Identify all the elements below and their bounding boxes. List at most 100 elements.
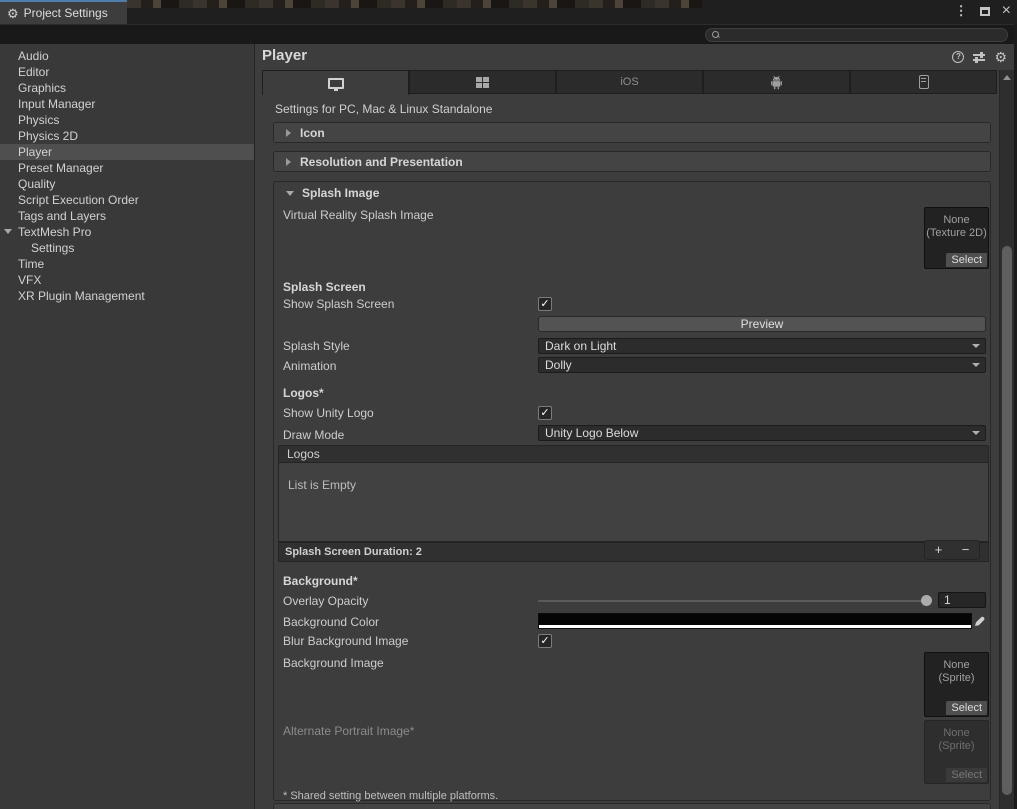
sidebar-item-script-execution-order[interactable]: Script Execution Order [0,192,254,208]
remove-logo-button[interactable]: − [962,541,970,559]
gear-icon: ⚙ [7,7,19,20]
background-color-swatch[interactable] [538,613,972,629]
tab-tvos[interactable] [850,70,997,94]
background-group-label: Background* [283,574,358,588]
sidebar-item-quality[interactable]: Quality [0,176,254,192]
windows-icon [476,77,489,88]
platform-tabstrip: iOS [256,70,1017,94]
sidebar-item-textmesh-pro[interactable]: TextMesh Pro [0,224,254,240]
sidebar-item-label: VFX [18,273,41,287]
sidebar-item-label: Physics [18,113,59,127]
object-none-line1: None [925,727,988,740]
sidebar-item-label: Player [18,145,52,159]
presets-icon[interactable] [973,52,985,62]
logos-list-footer: Splash Screen Duration: 2 + − [278,542,989,562]
dropdown-value: Dark on Light [545,339,616,353]
color-rgb-area [539,614,971,625]
slider-thumb[interactable] [921,595,932,606]
section-resolution[interactable]: Resolution and Presentation [273,151,991,172]
vr-splash-object-field[interactable]: None (Texture 2D) Select [924,207,989,269]
sidebar-item-label: TextMesh Pro [18,225,91,239]
ios-label: iOS [620,76,638,88]
logos-list-empty-text: List is Empty [288,478,356,492]
object-none-line2: (Texture 2D) [925,227,988,240]
titlebar: ⚙ Project Settings ⋮ × [0,0,1017,24]
help-icon[interactable]: ? [952,51,964,63]
show-splash-checkbox[interactable]: ✓ [538,297,552,311]
splash-section-header[interactable]: Splash Image [286,186,379,200]
preview-button[interactable]: Preview [538,316,986,332]
overlay-opacity-value[interactable]: 1 [938,592,986,608]
sidebar-item-player[interactable]: Player [0,144,254,160]
show-splash-label: Show Splash Screen [283,297,394,311]
sidebar-item-graphics[interactable]: Graphics [0,80,254,96]
sidebar-item-audio[interactable]: Audio [0,48,254,64]
sidebar-item-tmp-settings[interactable]: Settings [0,240,254,256]
draw-mode-dropdown[interactable]: Unity Logo Below [538,425,986,441]
dropdown-value: Unity Logo Below [545,426,638,440]
splash-duration-label: Splash Screen Duration: 2 [285,546,422,558]
blur-background-checkbox[interactable]: ✓ [538,634,552,648]
overlay-opacity-label: Overlay Opacity [283,594,368,608]
sidebar-item-physics[interactable]: Physics [0,112,254,128]
tab-standalone[interactable] [262,70,409,95]
scene-background-strip [127,0,702,8]
player-settings-panel: Player ? ⚙ iOS [256,44,1017,809]
sidebar-item-label: Physics 2D [18,129,78,143]
list-add-remove-box: + − [924,540,980,560]
show-unity-logo-label: Show Unity Logo [283,406,374,420]
logos-list-body[interactable] [278,463,989,542]
add-logo-button[interactable]: + [935,541,943,559]
tab-windows[interactable] [409,70,556,94]
splash-style-dropdown[interactable]: Dark on Light [538,338,986,354]
kebab-menu-icon[interactable]: ⋮ [955,3,968,19]
sidebar-item-label: Time [18,257,44,271]
object-none-line2: (Sprite) [925,672,988,685]
show-unity-logo-checkbox[interactable]: ✓ [538,406,552,420]
vertical-scrollbar[interactable] [999,70,1014,809]
sidebar-item-label: XR Plugin Management [18,289,145,303]
sidebar-item-tags-and-layers[interactable]: Tags and Layers [0,208,254,224]
search-input[interactable] [705,28,1008,42]
project-settings-tab[interactable]: ⚙ Project Settings [0,0,127,24]
section-label: Splash Image [302,186,379,200]
blur-background-label: Blur Background Image [283,634,408,648]
select-button[interactable]: Select [946,701,987,715]
overlay-opacity-slider[interactable] [538,600,927,602]
scroll-up-arrow-icon[interactable] [1003,75,1011,80]
scrollbar-thumb[interactable] [1002,246,1012,795]
sidebar-item-vfx[interactable]: VFX [0,272,254,288]
android-icon [769,75,784,90]
foldout-collapsed-icon [286,158,291,166]
tab-ios[interactable]: iOS [556,70,703,94]
select-button[interactable]: Select [946,253,987,267]
sidebar-item-time[interactable]: Time [0,256,254,272]
tab-android[interactable] [703,70,850,94]
gear-icon[interactable]: ⚙ [994,50,1007,64]
sidebar-item-label: Editor [18,65,49,79]
alternate-portrait-object-field: None (Sprite) Select [924,720,989,784]
search-icon [712,31,720,39]
sidebar-item-label: Input Manager [18,97,95,111]
alternate-portrait-label: Alternate Portrait Image* [283,724,414,738]
next-section-bar[interactable] [273,803,991,809]
tab-title: Project Settings [24,6,108,20]
foldout-expanded-icon[interactable] [4,229,12,234]
sidebar-item-xr-plugin-management[interactable]: XR Plugin Management [0,288,254,304]
vr-splash-label: Virtual Reality Splash Image [283,208,434,222]
settings-sidebar: Audio Editor Graphics Input Manager Phys… [0,44,255,809]
sidebar-item-input-manager[interactable]: Input Manager [0,96,254,112]
window-controls: ⋮ × [955,0,1011,22]
background-image-object-field[interactable]: None (Sprite) Select [924,652,989,717]
close-icon[interactable]: × [1002,3,1011,19]
section-icon[interactable]: Icon [273,122,991,143]
sidebar-item-label: Audio [18,49,49,63]
maximize-icon[interactable] [980,7,990,16]
sidebar-item-editor[interactable]: Editor [0,64,254,80]
animation-dropdown[interactable]: Dolly [538,357,986,373]
foldout-expanded-icon [286,191,294,196]
eyedropper-icon[interactable] [974,615,986,627]
sidebar-item-physics-2d[interactable]: Physics 2D [0,128,254,144]
foldout-collapsed-icon [286,129,291,137]
sidebar-item-preset-manager[interactable]: Preset Manager [0,160,254,176]
